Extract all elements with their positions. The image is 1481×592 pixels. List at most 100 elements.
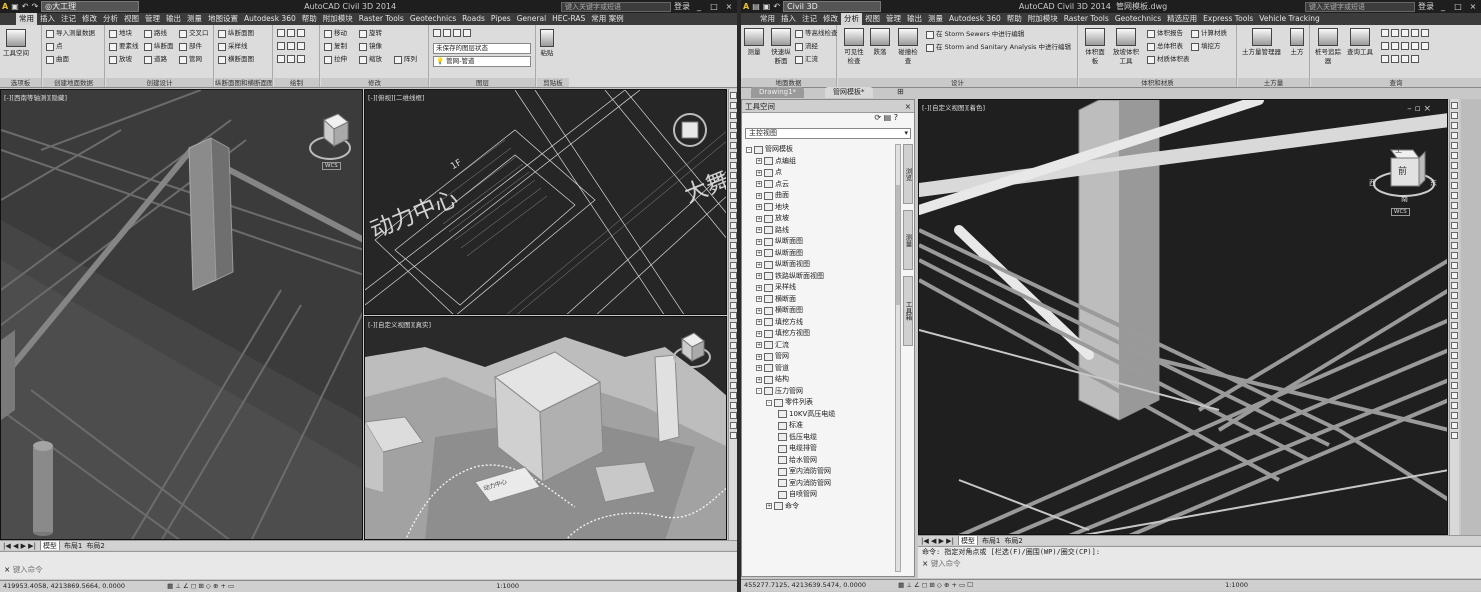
command-close-icon[interactable]: × <box>4 565 10 574</box>
mass-haul-button[interactable]: 填挖方 <box>1191 42 1221 51</box>
new-tab-icon[interactable]: ⊞ <box>897 87 904 96</box>
tool-icon[interactable] <box>1451 172 1458 179</box>
ribbon-tab[interactable]: 测量 <box>184 13 205 25</box>
collapse-icon[interactable]: - <box>746 146 752 153</box>
close-icon[interactable]: × <box>723 2 735 12</box>
side-tab-toolbox[interactable]: 工具箱 <box>903 276 913 346</box>
quick-profile-button[interactable]: 快速纵断面 <box>769 28 793 66</box>
viewcube[interactable] <box>668 104 720 164</box>
tool-icon[interactable] <box>730 262 737 269</box>
paste-button[interactable]: 粘贴 <box>540 29 554 58</box>
tool-icon[interactable] <box>730 282 737 289</box>
text-tool[interactable] <box>277 55 305 63</box>
feature-line-button[interactable]: 要素线 <box>109 42 139 51</box>
viewcube[interactable]: WCS <box>304 112 356 172</box>
tree-item[interactable]: + 管网 <box>744 351 902 363</box>
expand-icon[interactable]: + <box>756 215 762 222</box>
status-toggles[interactable]: ▦ ⊥ ∠ ◻ ⊞ ◇ ⊕ + ▭ <box>167 582 234 590</box>
viewport-realistic[interactable]: [-][自定义视图][真实] 动力中心 <box>364 316 727 540</box>
collapse-icon[interactable]: - <box>756 388 762 395</box>
layer-tools[interactable] <box>433 29 471 37</box>
tool-icon[interactable] <box>730 272 737 279</box>
tree-item[interactable]: + 点编组 <box>744 156 902 168</box>
tool-icon[interactable] <box>1451 372 1458 379</box>
user-login[interactable]: 登录 <box>674 1 690 12</box>
toolspace-button[interactable]: 工具空间 <box>3 29 29 58</box>
workspace-dropdown[interactable]: Civil 3D <box>783 1 882 12</box>
minimize-icon[interactable]: _ <box>693 2 705 12</box>
tool-icon[interactable] <box>1451 432 1458 439</box>
tool-icon[interactable] <box>1451 272 1458 279</box>
expand-icon[interactable]: + <box>756 227 762 234</box>
tool-icon[interactable] <box>730 122 737 129</box>
pipe-network-button[interactable]: 管网 <box>179 55 202 64</box>
volumes-dashboard-button[interactable]: 体积面板 <box>1083 28 1107 66</box>
ribbon-tab[interactable]: General <box>514 13 550 25</box>
tool-icon[interactable] <box>1451 132 1458 139</box>
survey-button[interactable]: 测量 <box>744 28 764 57</box>
tool-icon[interactable] <box>730 232 737 239</box>
ribbon-tab[interactable]: 插入 <box>778 13 799 25</box>
expand-icon[interactable]: + <box>756 319 762 326</box>
tree-item[interactable]: + 填挖方线 <box>744 317 902 329</box>
tree-item[interactable]: + 放坡 <box>744 213 902 225</box>
assembly-button[interactable]: 部件 <box>179 42 202 51</box>
ribbon-tab[interactable]: Roads <box>459 13 488 25</box>
tool-icon[interactable] <box>730 102 737 109</box>
expand-icon[interactable]: + <box>756 307 762 314</box>
tree-item[interactable]: + 铁路纵断面视图 <box>744 271 902 283</box>
tree-item[interactable]: + 管道 <box>744 363 902 375</box>
minimize-icon[interactable]: _ <box>1437 2 1449 12</box>
quick-access-save-icon[interactable]: ▣ <box>763 2 771 11</box>
array-button[interactable]: 阵列 <box>394 55 417 64</box>
refresh-icon[interactable]: ⟳ <box>874 113 881 122</box>
tree-item[interactable]: + 纵断面视图 <box>744 259 902 271</box>
ribbon-tab[interactable]: 常用 <box>16 13 37 25</box>
tool-icon[interactable] <box>1451 382 1458 389</box>
tool-icon[interactable] <box>730 372 737 379</box>
profile-button[interactable]: 纵断面 <box>144 42 174 51</box>
tool-icon[interactable] <box>730 322 737 329</box>
earthwork-button[interactable]: 土方 <box>1290 28 1304 57</box>
tree-item[interactable]: - 零件列表 <box>744 397 902 409</box>
ribbon-tab[interactable]: 注记 <box>58 13 79 25</box>
tool-icon[interactable] <box>1451 352 1458 359</box>
tool-icon[interactable] <box>730 302 737 309</box>
tree-part-item[interactable]: 电缆排管 <box>744 443 902 455</box>
tool-icon[interactable] <box>1451 192 1458 199</box>
layout-tab[interactable]: 布局2 <box>86 541 104 550</box>
tree-item[interactable]: - 压力管网 <box>744 386 902 398</box>
tree-item[interactable]: + 横断面图 <box>744 305 902 317</box>
import-survey-button[interactable]: 导入测量数据 <box>46 29 95 38</box>
current-layer-dropdown[interactable]: 💡 管网-管道 <box>433 56 531 67</box>
command-input[interactable]: 键入命令 <box>931 559 961 568</box>
annotation-scale[interactable]: 1:1000 <box>496 582 519 590</box>
ribbon-tab[interactable]: Autodesk 360 <box>946 13 1004 25</box>
ribbon-tab[interactable]: 分析 <box>100 13 121 25</box>
viewport-plan[interactable]: [-][俯视][二维线框] 动力中心 大舞 1F <box>364 89 727 315</box>
tool-icon[interactable] <box>730 352 737 359</box>
grading-volume-button[interactable]: 放坡体积工具 <box>1111 28 1141 66</box>
tool-icon[interactable] <box>730 332 737 339</box>
help-icon[interactable]: ? <box>894 113 898 122</box>
expand-icon[interactable]: + <box>756 284 762 291</box>
circle-tool[interactable] <box>277 42 305 50</box>
viewport-pipe-network[interactable]: [-][自定义视图][着色] – ▫ × 上 前 南 东 西 WCS <box>918 99 1448 535</box>
viewcube[interactable]: 上 前 南 东 西 WCS <box>1369 140 1439 220</box>
layout-tab[interactable]: 模型 <box>957 536 978 545</box>
tool-icon[interactable] <box>1451 222 1458 229</box>
parcel-button[interactable]: 地块 <box>109 29 132 38</box>
tool-icon[interactable] <box>730 422 737 429</box>
tool-icon[interactable] <box>1451 242 1458 249</box>
ribbon-tab[interactable]: 帮助 <box>1004 13 1025 25</box>
quick-access-undo-icon[interactable]: ↶ <box>22 2 29 11</box>
layout-tab[interactable]: 布局2 <box>1004 536 1022 545</box>
search-input[interactable]: 键入关键字或短语 <box>561 1 671 12</box>
ribbon-tab[interactable]: 常用 案例 <box>588 13 626 25</box>
tool-icon[interactable] <box>1451 402 1458 409</box>
measure-tools[interactable] <box>1381 29 1429 37</box>
view-dropdown[interactable]: 主控视图 ▾ <box>745 128 911 139</box>
tree-part-item[interactable]: 室内消防管网 <box>744 466 902 478</box>
expand-icon[interactable]: + <box>756 261 762 268</box>
tool-icon[interactable] <box>730 242 737 249</box>
